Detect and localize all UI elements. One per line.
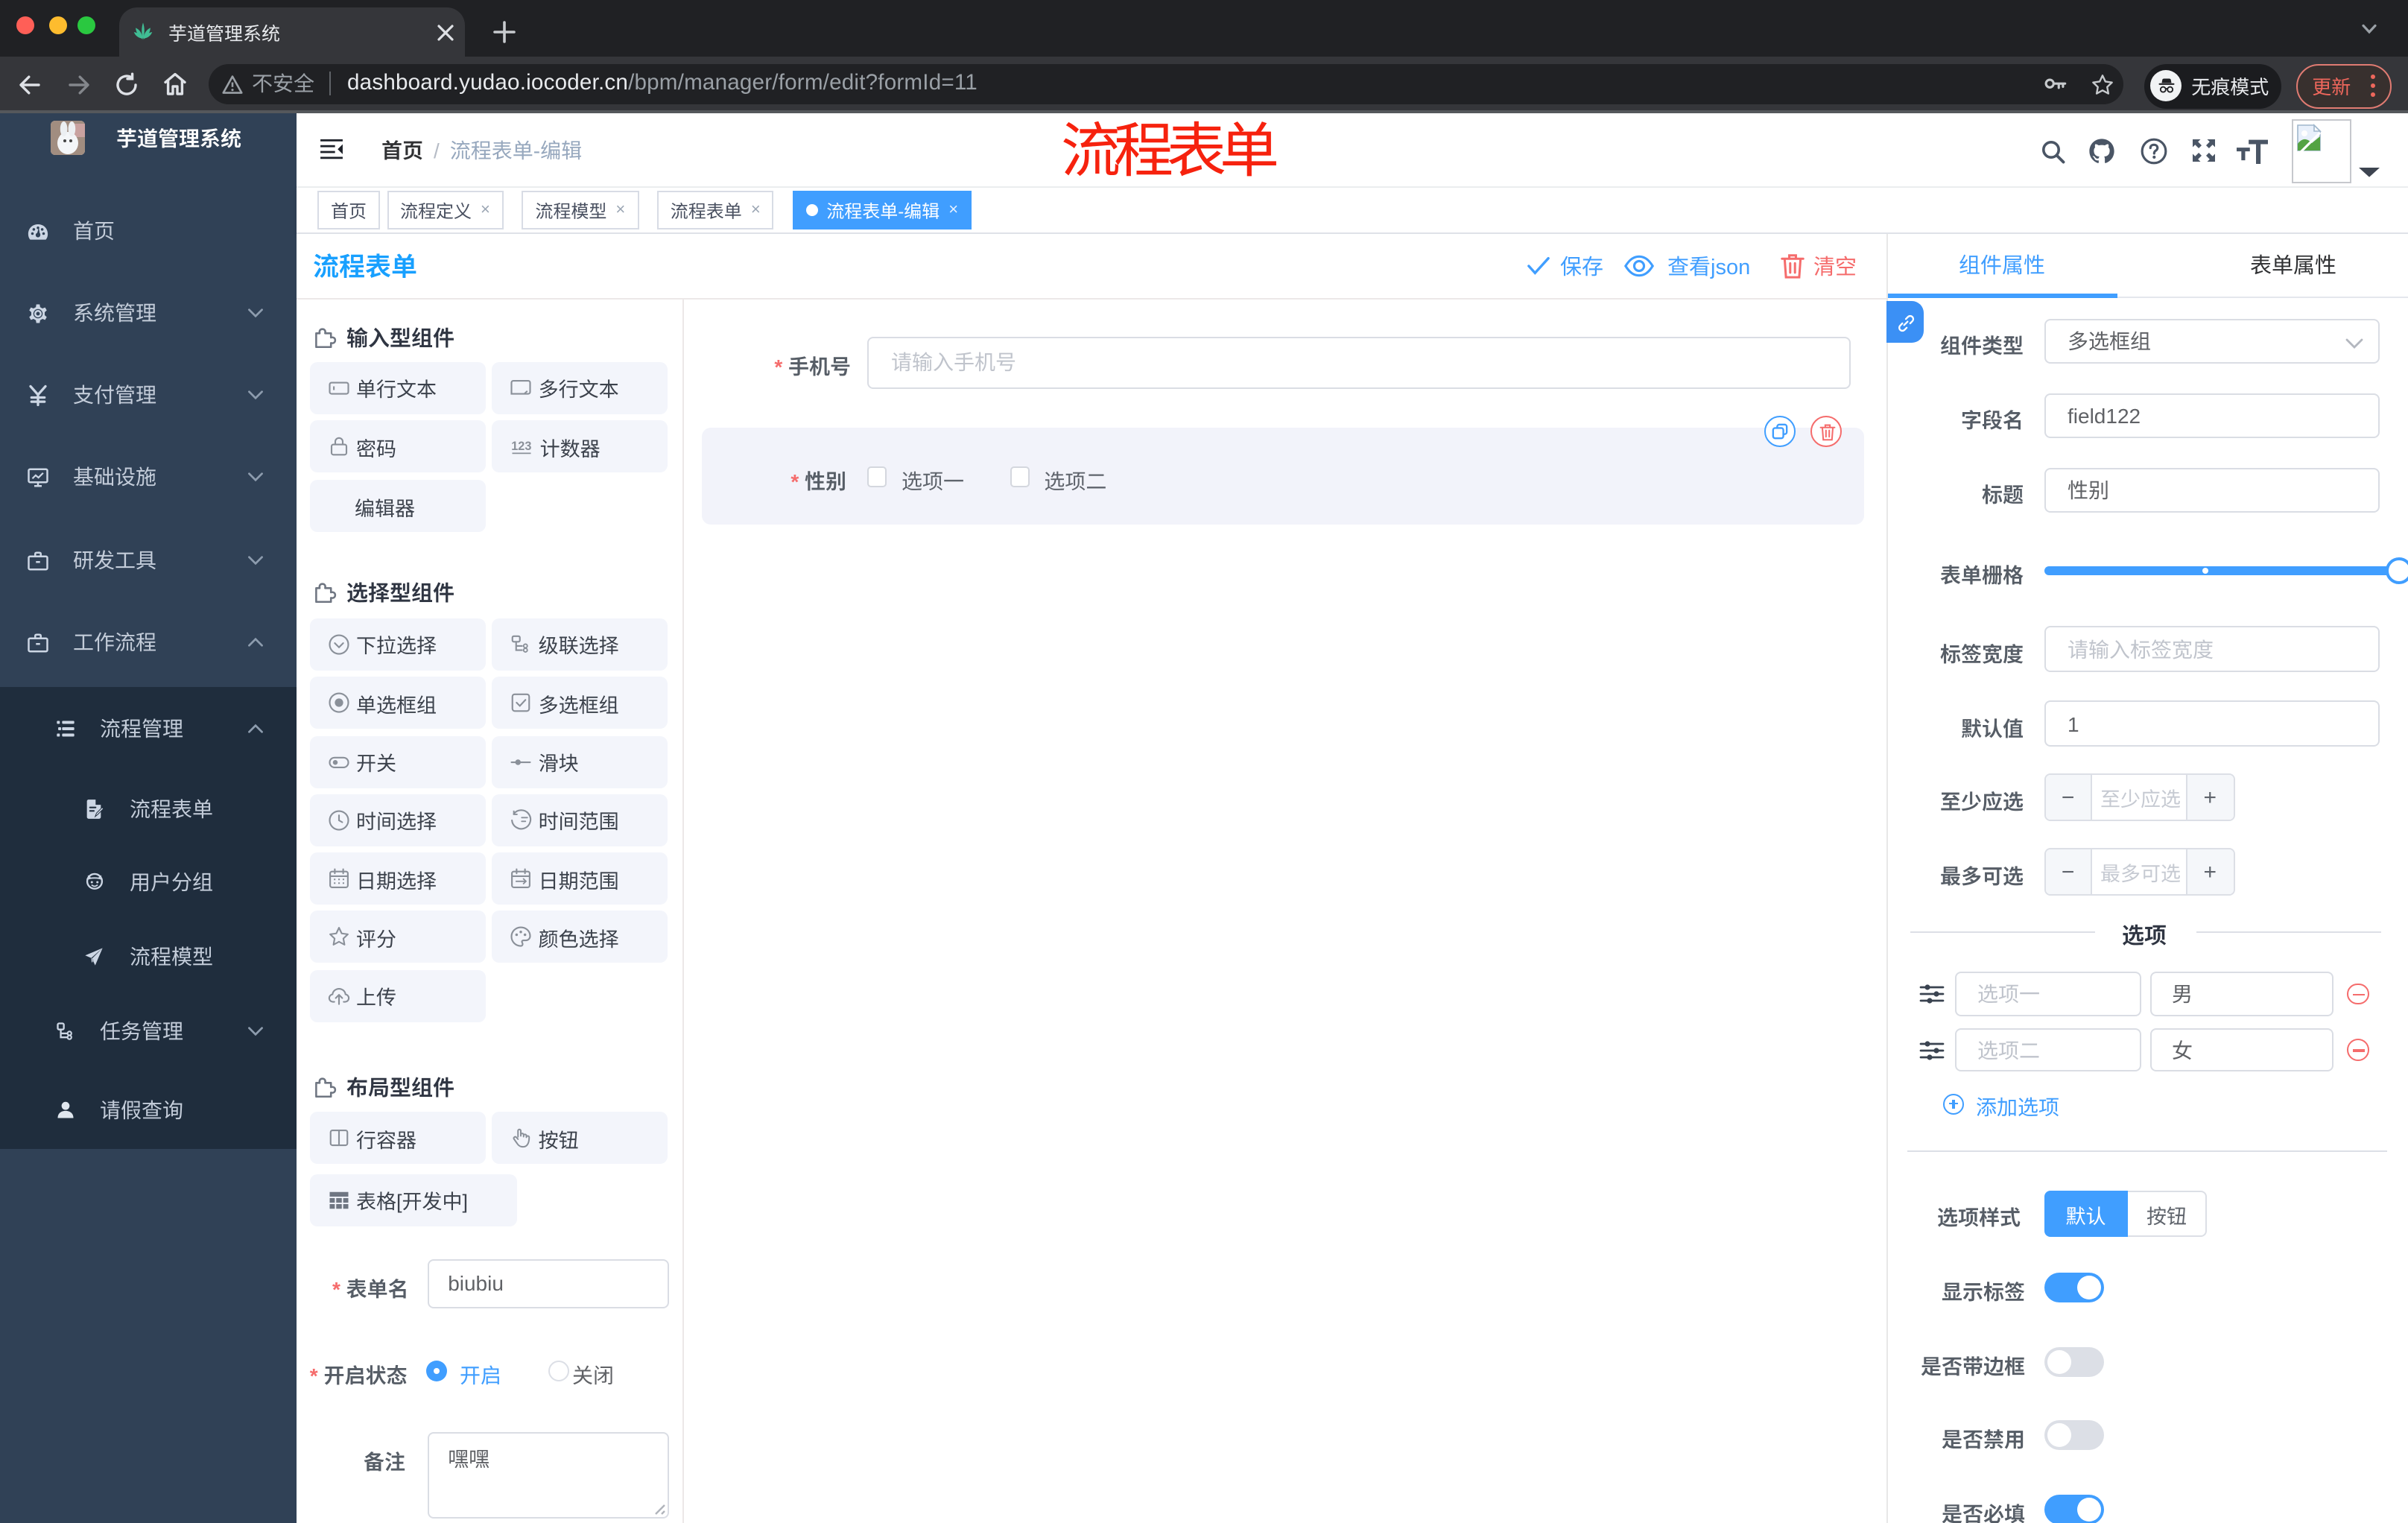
svg-text:123: 123 [512,440,532,454]
